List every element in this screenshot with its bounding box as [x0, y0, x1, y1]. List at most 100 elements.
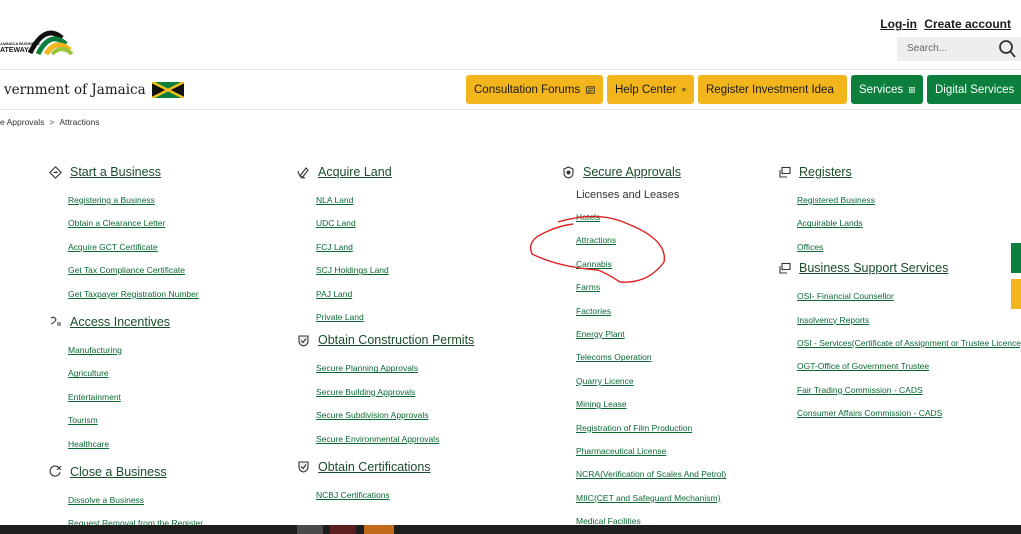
link-udc-land[interactable]: UDC Land [296, 212, 474, 235]
construction-permits-heading[interactable]: Obtain Construction Permits [296, 328, 474, 352]
link-environmental-approvals[interactable]: Secure Environmental Approvals [296, 428, 474, 451]
link-registering-business[interactable]: Registering a Business [48, 189, 203, 212]
link-quarry-licence[interactable]: Quarry Licence [561, 370, 726, 393]
link-taxpayer-registration[interactable]: Get Taxpayer Registration Number [48, 283, 203, 306]
link-subdivision-approvals[interactable]: Secure Subdivision Approvals [296, 404, 474, 427]
link-private-land[interactable]: Private Land [296, 306, 474, 329]
services-button[interactable]: Services [851, 75, 923, 104]
certifications-heading[interactable]: Obtain Certifications [296, 455, 474, 479]
column-registers: Registers Registered Business Acquirable… [777, 160, 1021, 426]
breadcrumb-parent[interactable]: e Approvals [0, 117, 44, 127]
copy-icon [778, 166, 791, 178]
link-osi-financial-counsellor[interactable]: OSI- Financial Counsellor [777, 285, 1021, 308]
close-business-heading[interactable]: Close a Business [48, 460, 203, 484]
link-osi-services[interactable]: OSI - Services(Certificate of Assignment… [777, 332, 1021, 355]
support-services-heading[interactable]: Business Support Services [777, 256, 1021, 280]
digital-services-button[interactable]: Digital Services [927, 75, 1021, 104]
link-pharmaceutical-license[interactable]: Pharmaceutical License [561, 440, 726, 463]
taskbar-app-icon[interactable] [364, 525, 394, 534]
link-registered-business[interactable]: Registered Business [777, 189, 1021, 212]
licenses-leases-subheading: Licenses and Leases [576, 189, 680, 201]
registers-heading[interactable]: Registers [777, 160, 1021, 184]
services-label: Services [859, 83, 904, 96]
link-gct-certificate[interactable]: Acquire GCT Certificate [48, 236, 203, 259]
link-telecoms-operation[interactable]: Telecoms Operation [561, 346, 726, 369]
nav-bar: vernment of Jamaica Consultation Forums … [0, 70, 1021, 110]
help-center-button[interactable]: Help Center [607, 75, 694, 104]
forum-icon [586, 85, 595, 94]
search-icon[interactable] [997, 38, 1017, 60]
search-input[interactable]: Search... [897, 37, 1021, 61]
column-business: Start a Business Registering a Business … [48, 160, 203, 534]
link-building-approvals[interactable]: Secure Building Approvals [296, 381, 474, 404]
register-idea-label: Register Investment Idea [706, 83, 834, 96]
construction-permits-title: Obtain Construction Permits [318, 333, 475, 348]
login-link[interactable]: Log-in [880, 17, 917, 31]
link-nla-land[interactable]: NLA Land [296, 189, 474, 212]
digital-services-label: Digital Services [935, 83, 1015, 96]
link-mining-lease[interactable]: Mining Lease [561, 393, 726, 416]
link-dissolve-business[interactable]: Dissolve a Business [48, 489, 203, 512]
link-clearance-letter[interactable]: Obtain a Clearance Letter [48, 212, 203, 235]
shield-check-icon [297, 461, 309, 473]
breadcrumb-current: Attractions [59, 117, 100, 127]
link-planning-approvals[interactable]: Secure Planning Approvals [296, 357, 474, 380]
acquire-land-heading[interactable]: Acquire Land [296, 160, 474, 184]
gov-title-text: vernment of Jamaica [4, 82, 146, 98]
start-business-heading[interactable]: Start a Business [48, 160, 203, 184]
start-business-title: Start a Business [70, 165, 162, 179]
copy-icon [778, 262, 791, 274]
register-investment-idea-button[interactable]: Register Investment Idea [698, 75, 847, 104]
link-cannabis[interactable]: Cannabis [561, 253, 726, 276]
column-approvals: Secure Approvals Licenses and Leases Hot… [561, 160, 726, 533]
taskbar [0, 525, 1021, 534]
secure-approvals-title: Secure Approvals [583, 165, 681, 179]
help-label: Help Center [615, 83, 677, 96]
consultation-forums-button[interactable]: Consultation Forums [466, 75, 603, 104]
link-fair-trading[interactable]: Fair Trading Commission - CADS [777, 379, 1021, 402]
link-ncbj-certifications[interactable]: NCBJ Certifications [296, 484, 474, 507]
registers-title: Registers [799, 165, 852, 179]
side-tab-yellow[interactable] [1011, 279, 1021, 309]
link-ncra[interactable]: NCRA(Verification of Scales And Petrol) [561, 463, 726, 486]
link-film-production[interactable]: Registration of Film Production [561, 417, 726, 440]
taskbar-app-icon[interactable] [297, 525, 323, 534]
link-ogt[interactable]: OGT-Office of Government Trustee [777, 355, 1021, 378]
logo-main-text: ATEWAY [0, 47, 29, 54]
link-farms[interactable]: Farms [561, 276, 726, 299]
link-entertainment[interactable]: Entertainment [48, 386, 203, 409]
gov-title[interactable]: vernment of Jamaica [4, 82, 184, 98]
link-agriculture[interactable]: Agriculture [48, 362, 203, 385]
access-incentives-heading[interactable]: Access Incentives [48, 310, 203, 334]
consultation-label: Consultation Forums [474, 83, 581, 96]
link-tourism[interactable]: Tourism [48, 409, 203, 432]
search-placeholder: Search... [907, 43, 948, 54]
close-business-icon [49, 466, 61, 478]
acquire-land-title: Acquire Land [318, 165, 392, 179]
shield-check-icon [297, 335, 309, 347]
link-scj-land[interactable]: SCJ Holdings Land [296, 259, 474, 282]
link-manufacturing[interactable]: Manufacturing [48, 339, 203, 362]
support-services-title: Business Support Services [799, 261, 949, 276]
breadcrumb: e Approvals > Attractions [0, 117, 100, 127]
create-account-link[interactable]: Create account [924, 17, 1011, 31]
link-paj-land[interactable]: PAJ Land [296, 283, 474, 306]
secure-approvals-heading[interactable]: Secure Approvals [561, 160, 726, 184]
link-tax-compliance[interactable]: Get Tax Compliance Certificate [48, 259, 203, 282]
link-miic[interactable]: MIIC(CET and Safeguard Mechanism) [561, 487, 726, 510]
link-healthcare[interactable]: Healthcare [48, 433, 203, 456]
badge-icon [562, 165, 574, 179]
column-land: Acquire Land NLA Land UDC Land FCJ Land … [296, 160, 474, 507]
link-fcj-land[interactable]: FCJ Land [296, 236, 474, 259]
link-consumer-affairs[interactable]: Consumer Affairs Commission - CADS [777, 402, 1021, 425]
link-acquirable-lands[interactable]: Acquirable Lands [777, 212, 1021, 235]
grid-icon [909, 86, 915, 93]
diamond-arrow-icon [48, 165, 62, 179]
link-energy-plant[interactable]: Energy Plant [561, 323, 726, 346]
side-tab-green[interactable] [1011, 243, 1021, 273]
link-hotels[interactable]: Hotels [561, 206, 726, 229]
link-factories[interactable]: Factories [561, 300, 726, 323]
link-attractions[interactable]: Attractions [561, 229, 726, 252]
taskbar-app-icon[interactable] [330, 525, 356, 534]
link-insolvency-reports[interactable]: Insolvency Reports [777, 309, 1021, 332]
